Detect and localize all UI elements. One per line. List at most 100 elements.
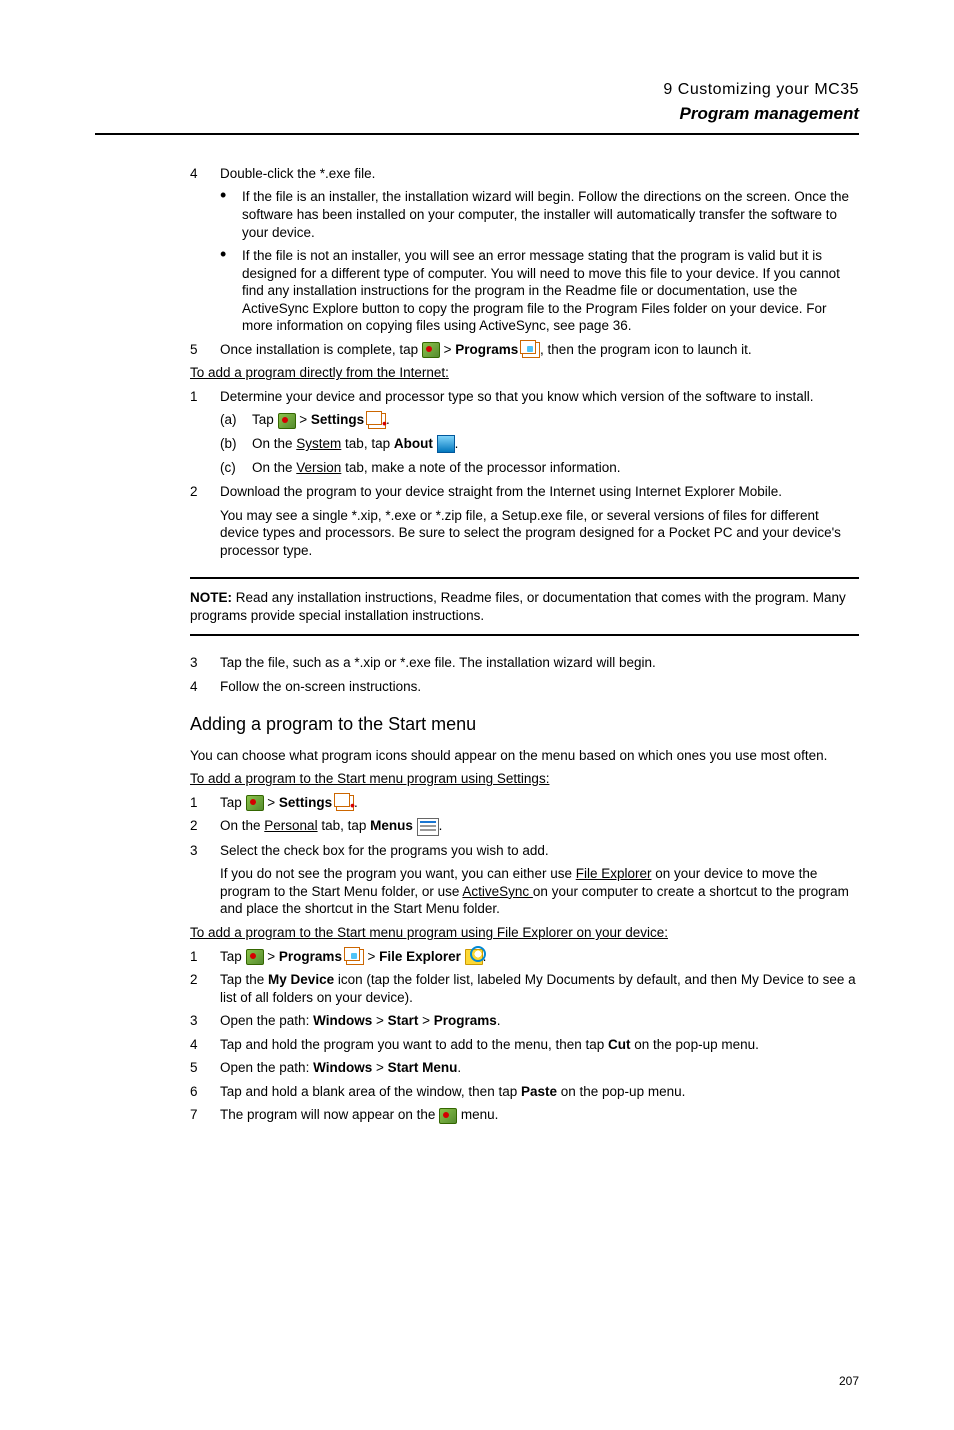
substep-text: On the Version tab, make a note of the p… (252, 459, 859, 477)
gt: > (372, 1060, 387, 1075)
step-text: Tap and hold the program you want to add… (220, 1036, 859, 1054)
adding-heading: Adding a program to the Start menu (190, 713, 859, 736)
my-device-label: My Device (268, 972, 334, 987)
fe-step-2: 2 Tap the My Device icon (tap the folder… (190, 971, 859, 1006)
text-pre: Tap the (220, 972, 268, 987)
text-mid: tab, tap (341, 436, 394, 451)
bullet-not-installer: • If the file is not an installer, you w… (190, 247, 859, 335)
step-number: 4 (190, 165, 220, 183)
step-number: 2 (190, 971, 220, 1006)
text-mid: > (264, 795, 279, 810)
internet-step-2: 2 Download the program to your device st… (190, 483, 859, 559)
step-text: The program will now appear on the menu. (220, 1106, 859, 1124)
chapter-title: 9 Customizing your MC35 (95, 80, 859, 101)
file-explorer-link: File Explorer (576, 866, 652, 881)
text-pre: On the (252, 460, 296, 475)
step-number: 3 (190, 654, 220, 672)
note-label: NOTE: (190, 590, 232, 605)
step-number: 4 (190, 678, 220, 696)
text-mid: tab, tap (318, 818, 371, 833)
text-pre: Open the path: (220, 1013, 313, 1028)
step-number: 1 (190, 388, 220, 406)
personal-tab-link: Personal (264, 818, 317, 833)
sub-pre: If you do not see the program you want, … (220, 866, 576, 881)
activesync-link: ActiveSync (462, 884, 533, 899)
text-pre: Tap and hold a blank area of the window,… (220, 1084, 521, 1099)
settings-icon (336, 795, 354, 811)
text-mid: > (296, 412, 311, 427)
text-pre: The program will now appear on the (220, 1107, 439, 1122)
settings-label: Settings (279, 795, 332, 810)
gt2: > (418, 1013, 433, 1028)
text-post: tab, make a note of the processor inform… (341, 460, 620, 475)
step-number: 7 (190, 1106, 220, 1124)
substep-a: (a) Tap > Settings . (190, 411, 859, 429)
step-sub: You may see a single *.xip, *.exe or *.z… (220, 507, 859, 560)
text-end: . (455, 436, 459, 451)
internet-step-3: 3 Tap the file, such as a *.xip or *.exe… (190, 654, 859, 672)
start-icon (278, 413, 296, 429)
bullet-marker: • (220, 247, 242, 335)
text-post: on the pop-up menu. (557, 1084, 685, 1099)
substep-label: (a) (220, 411, 252, 429)
internet-step-4: 4 Follow the on-screen instructions. (190, 678, 859, 696)
text-pre: Tap (220, 949, 246, 964)
start-icon (246, 795, 264, 811)
substep-b: (b) On the System tab, tap About . (190, 435, 859, 453)
step-number: 4 (190, 1036, 220, 1054)
text-post: , then the program icon to launch it. (540, 342, 752, 357)
text-pre: Tap and hold the program you want to add… (220, 1037, 608, 1052)
version-tab-link: Version (296, 460, 341, 475)
programs-label: Programs (455, 342, 518, 357)
text-pre: On the (220, 818, 264, 833)
text-post: on the pop-up menu. (631, 1037, 759, 1052)
add-fileexplorer-head: To add a program to the Start menu progr… (190, 924, 859, 942)
start-menu-label: Start Menu (388, 1060, 458, 1075)
step-text: Download the program to your device stra… (220, 483, 859, 559)
fe-step-6: 6 Tap and hold a blank area of the windo… (190, 1083, 859, 1101)
step-main: Download the program to your device stra… (220, 483, 859, 501)
fe-step-7: 7 The program will now appear on the men… (190, 1106, 859, 1124)
step-text: Tap the file, such as a *.xip or *.exe f… (220, 654, 859, 672)
add-step-3: 3 Select the check box for the programs … (190, 842, 859, 918)
internet-section-head: To add a program directly from the Inter… (190, 364, 859, 382)
bullet-marker: • (220, 188, 242, 241)
text-pre: Open the path: (220, 1060, 313, 1075)
text-end: . (457, 1060, 461, 1075)
bullet-text: If the file is an installer, the install… (242, 188, 859, 241)
substep-label: (c) (220, 459, 252, 477)
step-5: 5 Once installation is complete, tap > P… (190, 341, 859, 359)
add-step-2: 2 On the Personal tab, tap Menus . (190, 817, 859, 835)
programs-icon (522, 342, 540, 358)
file-explorer-label: File Explorer (379, 949, 461, 964)
start-icon (439, 1108, 457, 1124)
settings-label: Settings (311, 412, 364, 427)
windows-label: Windows (313, 1013, 372, 1028)
add-settings-head: To add a program to the Start menu progr… (190, 770, 859, 788)
text-end: . (497, 1013, 501, 1028)
about-label: About (394, 436, 433, 451)
text-post: menu. (457, 1107, 498, 1122)
page-header: 9 Customizing your MC35 Program manageme… (95, 80, 859, 135)
windows-label: Windows (313, 1060, 372, 1075)
substep-text: On the System tab, tap About . (252, 435, 859, 453)
step-number: 6 (190, 1083, 220, 1101)
substep-c: (c) On the Version tab, make a note of t… (190, 459, 859, 477)
step-text: Follow the on-screen instructions. (220, 678, 859, 696)
step-number: 3 (190, 1012, 220, 1030)
note-box: NOTE: Read any installation instructions… (190, 577, 859, 636)
step-text: Open the path: Windows > Start Menu. (220, 1059, 859, 1077)
gt1: > (372, 1013, 387, 1028)
step-text: Tap > Programs > File Explorer . (220, 948, 859, 966)
bullet-text: If the file is not an installer, you wil… (242, 247, 859, 335)
system-tab-link: System (296, 436, 341, 451)
step-text: Determine your device and processor type… (220, 388, 859, 406)
page-content: 4 Double-click the *.exe file. • If the … (95, 165, 859, 1124)
note-text: Read any installation instructions, Read… (190, 590, 846, 623)
step-text: Open the path: Windows > Start > Program… (220, 1012, 859, 1030)
section-title: Program management (95, 103, 859, 125)
step-number: 5 (190, 1059, 220, 1077)
adding-intro: You can choose what program icons should… (190, 747, 859, 765)
step-sub: If you do not see the program you want, … (220, 865, 859, 918)
step-number: 1 (190, 794, 220, 812)
